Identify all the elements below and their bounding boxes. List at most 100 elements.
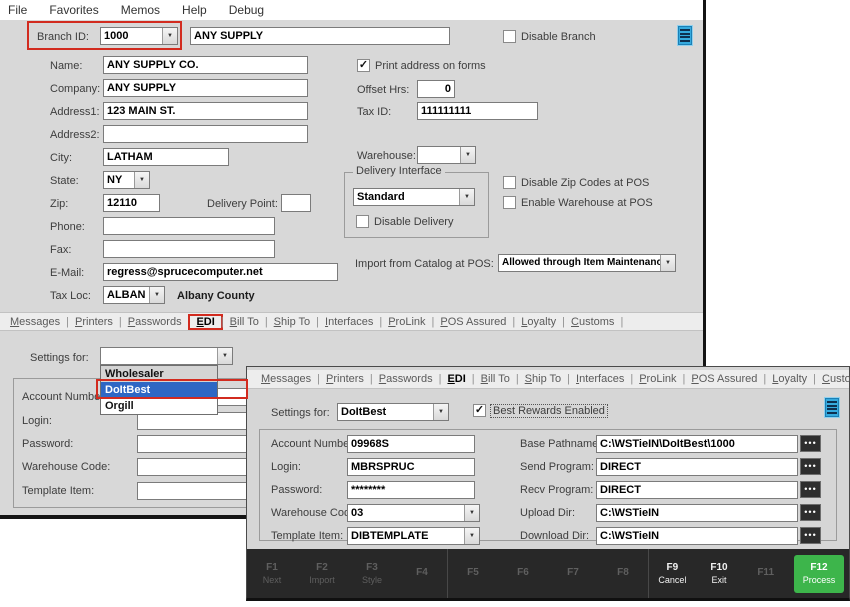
delivery-interface-combo[interactable]: Standard ▼ [353,188,475,206]
f11-button[interactable]: F11 [742,549,789,598]
menu-memos[interactable]: Memos [121,3,160,17]
settings-for-combo[interactable]: DoItBest ▼ [337,403,449,421]
tab-ship-to[interactable]: Ship To [519,373,568,385]
fax-field[interactable] [103,240,275,258]
tab-messages[interactable]: Messages [4,316,66,328]
menu-favorites[interactable]: Favorites [49,3,98,17]
address1-field[interactable]: 123 MAIN ST. [103,102,308,120]
tax-id-field[interactable]: 111111111 [417,102,538,120]
chevron-down-icon[interactable]: ▼ [433,404,448,420]
recv-program-field[interactable]: DIRECT [596,481,798,499]
f8-button[interactable]: F8 [598,549,648,598]
tab-customs[interactable]: Customs [816,373,850,385]
tab-printers[interactable]: Printers [69,316,119,328]
f3-style-button[interactable]: F3 Style [347,549,397,598]
import-catalog-combo[interactable]: Allowed through Item Maintenance ▼ [498,254,676,272]
account-number-field[interactable]: 09968S [347,435,475,453]
offset-hrs-field[interactable]: 0 [417,80,455,98]
disable-delivery-checkbox[interactable] [356,215,369,228]
f2-import-button[interactable]: F2 Import [297,549,347,598]
tab-pos-assured[interactable]: POS Assured [685,373,763,385]
template-item-combo[interactable]: DIBTEMPLATE ▼ [347,527,480,545]
email-field[interactable]: regress@sprucecomputer.net [103,263,338,281]
menu-debug[interactable]: Debug [229,3,264,17]
tab-bill-to[interactable]: Bill To [475,373,516,385]
disable-zip-checkbox[interactable] [503,176,516,189]
password-field[interactable]: ******** [347,481,475,499]
print-address-checkbox[interactable]: ✓ [357,59,370,72]
tab-interfaces[interactable]: Interfaces [319,316,379,328]
settings-for-combo[interactable]: ▼ [100,347,233,365]
f10-exit-button[interactable]: F10 Exit [696,549,743,598]
f12-process-button[interactable]: F12 Process [789,549,849,598]
f5-button[interactable]: F5 [448,549,498,598]
f7-button[interactable]: F7 [548,549,598,598]
chevron-down-icon[interactable]: ▼ [460,147,475,163]
browse-button[interactable]: ••• [800,435,821,452]
chevron-down-icon[interactable]: ▼ [464,505,479,521]
list-menu-icon[interactable] [824,397,840,418]
taxloc-combo[interactable]: ALBAN ▼ [103,286,165,304]
settings-for-dropdown-list: Wholesaler DoItBest Orgill [100,365,218,415]
warehouse-code-combo[interactable]: 03 ▼ [347,504,480,522]
chevron-down-icon[interactable]: ▼ [134,172,149,188]
tab-edi[interactable]: EDI [190,316,220,328]
tab-messages[interactable]: Messages [255,373,317,385]
company-field[interactable]: ANY SUPPLY [103,79,308,97]
tab-interfaces[interactable]: Interfaces [570,373,630,385]
name-field[interactable]: ANY SUPPLY CO. [103,56,308,74]
dropdown-option-orgill[interactable]: Orgill [101,398,217,414]
tab-loyalty[interactable]: Loyalty [515,316,562,328]
tab-ship-to[interactable]: Ship To [268,316,317,328]
warehouse-combo[interactable]: ▼ [417,146,476,164]
browse-button[interactable]: ••• [800,527,821,544]
tab-loyalty[interactable]: Loyalty [766,373,813,385]
tab-passwords[interactable]: Passwords [122,316,188,328]
f4-button[interactable]: F4 [397,549,447,598]
f9-cancel-button[interactable]: F9 Cancel [649,549,696,598]
tab-pos-assured[interactable]: POS Assured [434,316,512,328]
browse-button[interactable]: ••• [800,504,821,521]
city-field[interactable]: LATHAM [103,148,229,166]
f6-button[interactable]: F6 [498,549,548,598]
login-field[interactable]: MBRSPRUC [347,458,475,476]
browse-button[interactable]: ••• [800,481,821,498]
best-rewards-checkbox[interactable]: ✓ [473,404,486,417]
list-menu-icon[interactable] [677,25,693,46]
base-pathname-field[interactable]: C:\WSTieIN\DoItBest\1000 [596,435,798,453]
chevron-down-icon[interactable]: ▼ [459,189,474,205]
browse-button[interactable]: ••• [800,458,821,475]
tab-printers[interactable]: Printers [320,373,370,385]
dropdown-option-wholesaler[interactable]: Wholesaler [101,366,217,382]
tab-bill-to[interactable]: Bill To [224,316,265,328]
menu-file[interactable]: File [8,3,27,17]
dropdown-option-doitbest[interactable]: DoItBest [101,382,217,398]
chevron-down-icon[interactable]: ▼ [660,255,675,271]
disable-branch-checkbox[interactable] [503,30,516,43]
chevron-down-icon[interactable]: ▼ [464,528,479,544]
branch-name-field[interactable]: ANY SUPPLY [190,27,450,45]
fax-label: Fax: [50,244,71,256]
branch-id-combo[interactable]: 1000 ▼ [100,27,178,45]
tab-passwords[interactable]: Passwords [373,373,439,385]
chevron-down-icon[interactable]: ▼ [162,28,177,44]
chevron-down-icon[interactable]: ▼ [149,287,164,303]
tab-prolink[interactable]: ProLink [633,373,682,385]
tab-customs[interactable]: Customs [565,316,620,328]
chevron-down-icon[interactable]: ▼ [217,348,232,364]
send-program-field[interactable]: DIRECT [596,458,798,476]
zip-field[interactable]: 12110 [103,194,160,212]
upload-dir-label: Upload Dir: [520,507,575,519]
phone-field[interactable] [103,217,275,235]
state-combo[interactable]: NY ▼ [103,171,150,189]
upload-dir-field[interactable]: C:\WSTieIN [596,504,798,522]
f1-next-button[interactable]: F1 Next [247,549,297,598]
tab-edi[interactable]: EDI [441,373,471,385]
tab-prolink[interactable]: ProLink [382,316,431,328]
delivery-point-field[interactable] [281,194,311,212]
menu-help[interactable]: Help [182,3,207,17]
password-label: Password: [22,438,73,450]
download-dir-field[interactable]: C:\WSTieIN [596,527,798,545]
address2-field[interactable] [103,125,308,143]
enable-warehouse-checkbox[interactable] [503,196,516,209]
